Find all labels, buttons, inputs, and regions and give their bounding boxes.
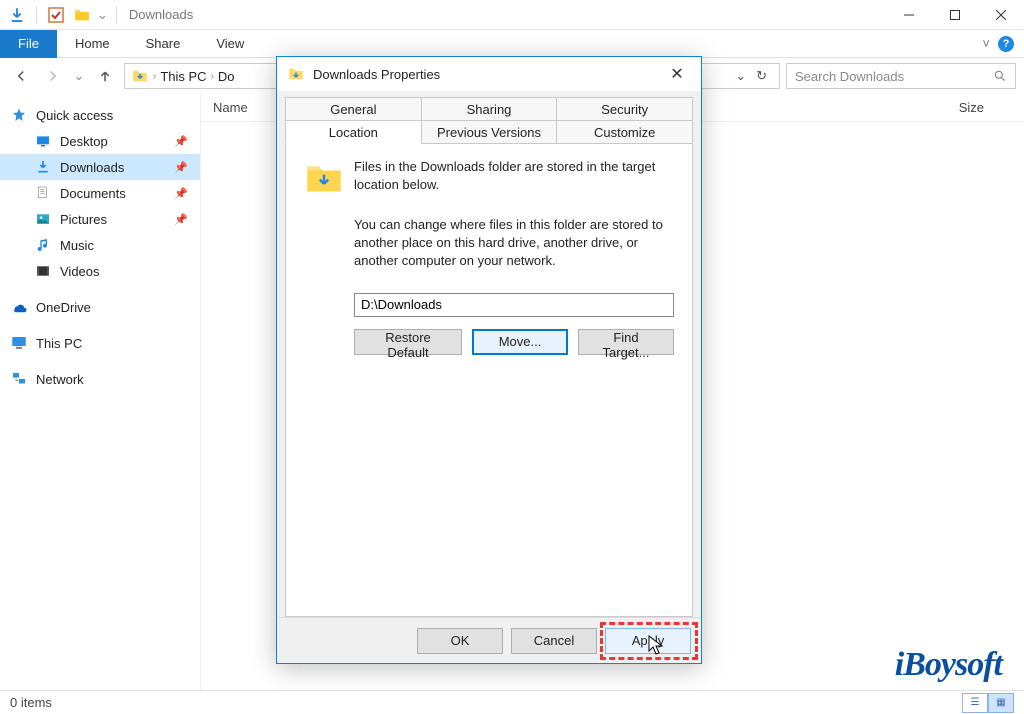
search-placeholder: Search Downloads [795, 69, 904, 84]
back-button[interactable] [8, 63, 34, 89]
location-info-1: Files in the Downloads folder are stored… [354, 158, 674, 198]
downarrow-icon[interactable] [6, 4, 28, 26]
tab-sharing[interactable]: Sharing [421, 97, 558, 121]
ribbon: File Home Share View ˅ ? [0, 30, 1024, 58]
sidebar-item-music[interactable]: Music [0, 232, 200, 258]
sidebar-onedrive[interactable]: OneDrive [0, 294, 200, 320]
location-path-input[interactable] [354, 293, 674, 317]
folder-icon[interactable] [71, 4, 93, 26]
tab-customize[interactable]: Customize [556, 120, 693, 144]
find-target-button[interactable]: Find Target... [578, 329, 674, 355]
chevron-right-icon[interactable]: › [153, 71, 156, 82]
pin-icon: 📌 [174, 135, 188, 148]
up-button[interactable] [92, 63, 118, 89]
pin-icon: 📌 [174, 213, 188, 226]
desktop-icon [34, 132, 52, 150]
documents-icon [34, 184, 52, 202]
window-title: Downloads [129, 7, 193, 22]
cancel-button[interactable]: Cancel [511, 628, 597, 654]
tab-location[interactable]: Location [285, 120, 422, 144]
sidebar-item-pictures[interactable]: Pictures📌 [0, 206, 200, 232]
downloads-icon [34, 158, 52, 176]
sidebar-item-documents[interactable]: Documents📌 [0, 180, 200, 206]
properties-dialog: Downloads Properties ✕ General Sharing S… [276, 56, 702, 664]
downloads-folder-icon [287, 65, 305, 83]
tab-home[interactable]: Home [57, 30, 128, 58]
close-button[interactable] [978, 0, 1024, 30]
column-size[interactable]: Size [947, 94, 1024, 121]
navigation-pane: Quick access Desktop📌 Downloads📌 Documen… [0, 94, 200, 690]
file-tab[interactable]: File [0, 30, 57, 58]
downloads-folder-icon [131, 67, 149, 85]
restore-default-button[interactable]: Restore Default [354, 329, 462, 355]
minimize-button[interactable] [886, 0, 932, 30]
dialog-close-button[interactable]: ✕ [663, 60, 691, 88]
star-icon [10, 106, 28, 124]
item-count: 0 items [10, 695, 52, 710]
tab-general[interactable]: General [285, 97, 422, 121]
sidebar-item-downloads[interactable]: Downloads📌 [0, 154, 200, 180]
breadcrumb-downloads[interactable]: Do [218, 69, 235, 84]
pin-icon: 📌 [174, 161, 188, 174]
sidebar-thispc[interactable]: This PC [0, 330, 200, 356]
pictures-icon [34, 210, 52, 228]
dialog-title: Downloads Properties [313, 67, 440, 82]
dialog-titlebar[interactable]: Downloads Properties ✕ [277, 57, 701, 91]
checkbox-icon[interactable] [45, 4, 67, 26]
tab-share[interactable]: Share [128, 30, 199, 58]
sidebar-quick-access[interactable]: Quick access [0, 102, 200, 128]
help-icon[interactable]: ? [998, 36, 1014, 52]
search-input[interactable]: Search Downloads [786, 63, 1016, 89]
refresh-icon[interactable]: ↻ [756, 68, 767, 84]
breadcrumb-thispc[interactable]: This PC [160, 69, 206, 84]
location-info-2: You can change where files in this folde… [354, 216, 674, 271]
dialog-footer: OK Cancel Apply [277, 617, 701, 663]
move-button[interactable]: Move... [472, 329, 568, 355]
dialog-tabs: General Sharing Security Location Previo… [277, 91, 701, 144]
tab-view[interactable]: View [198, 30, 262, 58]
videos-icon [34, 262, 52, 280]
dialog-body: Files in the Downloads folder are stored… [285, 144, 693, 617]
qat-dropdown-icon[interactable]: ⌄ [97, 7, 108, 23]
thispc-icon [10, 334, 28, 352]
sidebar-network[interactable]: Network [0, 366, 200, 392]
watermark: iBoysoft [895, 646, 1002, 684]
recent-dropdown[interactable]: ⌄ [72, 63, 86, 89]
apply-button[interactable]: Apply [605, 628, 691, 654]
tab-previous-versions[interactable]: Previous Versions [421, 120, 558, 144]
search-icon [993, 69, 1007, 83]
address-dropdown-icon[interactable]: ⌄ [735, 68, 746, 84]
maximize-button[interactable] [932, 0, 978, 30]
downloads-folder-icon [304, 158, 344, 198]
sidebar-item-desktop[interactable]: Desktop📌 [0, 128, 200, 154]
ribbon-collapse-icon[interactable]: ˅ [982, 36, 990, 51]
ok-button[interactable]: OK [417, 628, 503, 654]
tab-security[interactable]: Security [556, 97, 693, 121]
view-icons-button[interactable]: ▦ [988, 693, 1014, 713]
chevron-right-icon[interactable]: › [211, 71, 214, 82]
onedrive-icon [10, 298, 28, 316]
network-icon [10, 370, 28, 388]
forward-button[interactable] [40, 63, 66, 89]
music-icon [34, 236, 52, 254]
statusbar: 0 items ☰ ▦ [0, 690, 1024, 714]
sidebar-item-videos[interactable]: Videos [0, 258, 200, 284]
titlebar: ⌄ Downloads [0, 0, 1024, 30]
pin-icon: 📌 [174, 187, 188, 200]
view-details-button[interactable]: ☰ [962, 693, 988, 713]
